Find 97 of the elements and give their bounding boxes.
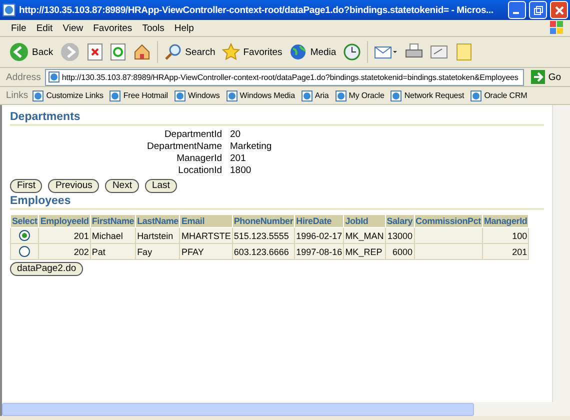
go-arrow-icon [531,70,546,84]
radio-button[interactable] [19,246,30,258]
nav-button[interactable]: Last [144,179,177,193]
page-icon [2,3,16,17]
column-header: LastName [136,214,180,228]
column-header: Select [10,214,39,228]
stop-icon [87,43,104,61]
field-value: 20 [230,129,242,140]
menu-item[interactable]: View [58,22,88,34]
column-header: Email [180,214,232,228]
nav-button[interactable]: First [10,179,42,193]
column-header: EmployeeId [38,214,90,228]
table-cell: 201 [482,244,529,260]
minimize-button[interactable] [508,1,526,19]
globe-icon [289,43,308,61]
field-label: DepartmentName [146,141,222,152]
page-icon [174,90,186,102]
document-edit-icon [430,43,448,61]
page-icon [300,90,313,102]
menu-item[interactable]: Favorites [88,22,138,34]
link-item[interactable]: Windows Media [226,90,295,102]
restore-button[interactable] [529,1,547,19]
page-icon [334,90,347,102]
table-cell: 515.123.5555 [232,228,295,244]
page-icon [470,90,482,102]
search-button[interactable]: Search [161,39,218,65]
page-icon [109,90,122,102]
media-button[interactable]: Media [286,39,340,65]
field-label: LocationId [177,165,222,176]
table-cell: 603.123.6666 [232,244,295,260]
page-icon [390,90,402,102]
note-icon [455,43,474,61]
home-icon [133,43,152,61]
history-icon [343,43,362,61]
link-item[interactable]: Network Request [390,90,464,102]
column-header: Salary [385,214,414,228]
table-cell: Fay [136,244,180,260]
table-cell [414,244,482,260]
table-cell: MHARTSTE [180,228,232,244]
back-button[interactable]: Back [6,39,56,65]
close-button[interactable] [550,1,568,19]
table-cell: 1997-08-16 [294,244,344,260]
table-cell [414,228,482,244]
menu-item[interactable]: Edit [31,22,58,34]
menu-item[interactable]: Tools [137,22,170,34]
field-value: 1800 [230,165,252,176]
section-heading: Departments [10,111,544,126]
column-header: JobId [344,214,386,228]
link-item[interactable]: Free Hotmail [109,90,168,102]
field-value: Marketing [230,141,273,152]
section-heading: Employees [10,195,544,210]
window-title: http://130.35.103.87:8989/HRApp-ViewController-context-root/dataPage1.do?bindings.statetokenid= - Micros... [19,4,494,16]
windows-logo-icon [550,21,564,35]
radio-button[interactable] [19,230,30,242]
link-item[interactable]: Customize Links [32,90,104,102]
refresh-icon [110,43,126,61]
table-cell: Hartstein [136,228,180,244]
restore-icon [534,6,542,14]
field-label: DepartmentId [163,129,222,140]
page-icon [226,90,238,102]
search-icon [164,43,182,61]
table-cell: Michael [90,228,136,244]
submit-button[interactable]: dataPage2.do [10,262,84,276]
table-cell: 13000 [385,228,414,244]
menu-item[interactable]: Help [169,22,199,34]
page-icon [48,71,60,83]
table-cell: Pat [90,244,136,260]
table-cell: MK_MAN [344,228,386,244]
close-icon [554,6,564,14]
column-header: HireDate [294,214,344,228]
field-value: 201 [230,153,247,164]
link-item[interactable]: Oracle CRM [470,90,528,102]
links-label: Links [6,90,28,101]
table-cell: 6000 [385,244,414,260]
column-header: PhoneNumber [232,214,295,228]
favorites-button[interactable]: Favorites [219,39,286,65]
column-header: FirstName [90,214,136,228]
page-icon [32,90,44,102]
field-label: ManagerId [176,153,222,164]
link-item[interactable]: My Oracle [334,90,384,102]
nav-button[interactable]: Previous [48,179,100,193]
nav-button[interactable]: Next [105,179,139,193]
address-label: Address [6,72,41,82]
address-field[interactable]: http://130.35.103.87:8989/HRApp-ViewController-context-root/dataPage1.do?bindings.statetokenid=bindings.statetoken&Employees [44,68,524,86]
star-icon [222,43,240,61]
table-cell: 202 [38,244,90,260]
go-button[interactable]: Go [528,69,564,85]
table-cell: 201 [38,228,90,244]
table-cell: 100 [482,228,529,244]
link-item[interactable]: Windows [174,90,220,102]
column-header: ManagerId [482,214,529,228]
column-header: CommissionPct [414,214,482,228]
menu-item[interactable]: File [6,22,32,34]
table-cell: MK_REP [344,244,386,260]
link-item[interactable]: Aria [300,90,329,102]
table-cell: 1996-02-17 [294,228,344,244]
table-cell: PFAY [180,244,232,260]
